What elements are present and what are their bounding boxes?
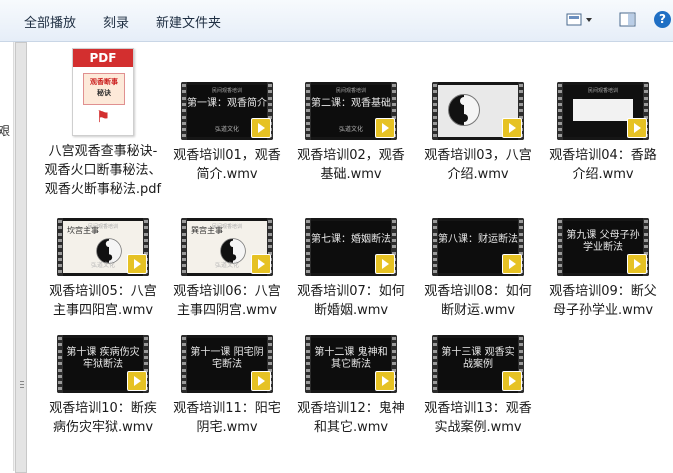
player-badge-icon — [627, 118, 647, 138]
view-options-button[interactable] — [566, 11, 594, 29]
video-thumbnail: 民间观香培训 巽宫主事 弘道文化 — [181, 218, 273, 276]
player-badge-icon — [127, 371, 147, 391]
pdf-cover: 观香断事 秘诀 — [83, 73, 125, 105]
player-badge-icon — [127, 254, 147, 274]
file-list: PDF 观香断事 秘诀 ⚑ 八宫观香查事秘诀-观香火口断事秘法、观香火断事秘法.pdf 民… — [27, 42, 673, 471]
video-file-item[interactable]: 第十课 疾病伤灾牢狱断法观香培训10：断疾病伤灾牢狱.wmv — [44, 335, 162, 437]
player-badge-icon — [375, 118, 395, 138]
pdf-thumbnail-header: PDF — [73, 49, 133, 67]
video-file-item[interactable]: 第十一课 阳宅阴宅断法观香培训11：阳宅阴宅.wmv — [168, 335, 286, 437]
video-frame-header: 民间观香培训 — [211, 88, 242, 94]
file-name: 观香培训10：断疾病伤灾牢狱.wmv — [49, 401, 157, 435]
nav-pane-scrollbar[interactable] — [13, 42, 27, 473]
video-frame-title: 第八课：财运断法 — [438, 234, 518, 245]
file-name: 观香培训01，观香简介.wmv — [173, 148, 281, 182]
navigation-pane: 艰 — [0, 42, 13, 471]
nav-pane-text: 艰 — [0, 124, 11, 138]
file-name: 观香培训11：阳宅阴宅.wmv — [173, 401, 281, 435]
view-icon — [566, 13, 592, 26]
video-thumbnail: 第八课：财运断法 — [432, 218, 524, 276]
video-file-item[interactable]: 第十三课 观香实战案例观香培训13：观香实战案例.wmv — [419, 335, 537, 437]
video-file-item[interactable]: 民间观香培训 第一课：观香简介 弘道文化 观香培训01，观香简介.wmv — [168, 82, 286, 184]
yin-yang-icon — [448, 94, 480, 126]
video-file-item[interactable]: 民间观香培训 第二课：观香基础 弘道文化 观香培训02，观香基础.wmv — [292, 82, 410, 184]
file-name: 观香培训03，八宫介绍.wmv — [424, 148, 532, 182]
file-name: 观香培训06：八宫主事四阴宫.wmv — [173, 284, 281, 318]
video-thumbnail: 第十一课 阳宅阴宅断法 — [181, 335, 273, 393]
video-file-item[interactable]: 第十二课 鬼神和其它断法观香培训12：鬼神和其它.wmv — [292, 335, 410, 437]
player-badge-icon — [251, 371, 271, 391]
video-thumbnail: 第九课 父母子孙学业断法 — [557, 218, 649, 276]
video-frame-title: 第二课：观香基础 — [311, 98, 391, 109]
video-frame-header: 民间观香培训 — [587, 88, 618, 94]
video-frame-title: 巽宫主事 — [191, 226, 223, 235]
video-frame-title: 第一课：观香简介 — [187, 98, 267, 109]
video-thumbnail: 民间观香培训 第二课：观香基础 弘道文化 — [305, 82, 397, 140]
player-badge-icon — [375, 254, 395, 274]
video-file-item[interactable]: 观香培训03，八宫介绍.wmv — [419, 82, 537, 184]
file-name: 观香培训09：断父母子孙学业.wmv — [549, 284, 657, 318]
pdf-cover-title: 观香断事 — [90, 78, 118, 86]
video-frame-title: 第十二课 鬼神和其它断法 — [314, 347, 388, 371]
player-badge-icon — [375, 371, 395, 391]
pdf-cover-subtitle: 秘诀 — [97, 89, 111, 97]
help-icon[interactable]: ? — [654, 11, 671, 28]
file-name: 观香培训04：香路介绍.wmv — [549, 148, 657, 182]
video-frame-header: 民间观香培训 — [335, 88, 366, 94]
video-frame-title: 第七课：婚姻断法 — [311, 234, 391, 245]
video-file-item[interactable]: 第九课 父母子孙学业断法观香培训09：断父母子孙学业.wmv — [544, 218, 662, 320]
video-thumbnail: 民间观香培训 坎宫主事 弘道文化 — [57, 218, 149, 276]
video-thumbnail: 第七课：婚姻断法 — [305, 218, 397, 276]
preview-pane-icon — [619, 12, 636, 27]
video-file-item[interactable]: 民间观香培训观香培训04：香路介绍.wmv — [544, 82, 662, 184]
player-badge-icon — [502, 118, 522, 138]
video-frame-title: 第十一课 阳宅阴宅断法 — [190, 347, 264, 371]
player-badge-icon — [251, 118, 271, 138]
player-badge-icon — [502, 371, 522, 391]
file-name: 八宫观香查事秘诀-观香火口断事秘法、观香火断事秘法.pdf — [44, 144, 162, 197]
scrollbar-thumb[interactable] — [15, 42, 27, 473]
video-frame-title: 第十三课 观香实战案例 — [441, 347, 515, 371]
video-file-item[interactable]: 民间观香培训 巽宫主事 弘道文化观香培训06：八宫主事四阴宫.wmv — [168, 218, 286, 320]
file-name: 观香培训02，观香基础.wmv — [297, 148, 405, 182]
video-thumbnail: 第十三课 观香实战案例 — [432, 335, 524, 393]
video-thumbnail: 民间观香培训 — [557, 82, 649, 140]
acrobat-icon: ⚑ — [95, 107, 111, 126]
video-frame-title: 第十课 疾病伤灾牢狱断法 — [66, 347, 140, 371]
video-file-item[interactable]: 民间观香培训 坎宫主事 弘道文化观香培训05：八宫主事四阳宫.wmv — [44, 218, 162, 320]
pdf-thumbnail: PDF 观香断事秘诀 ⚑ — [72, 48, 134, 136]
file-name: 观香培训12：鬼神和其它.wmv — [297, 401, 405, 435]
command-bar: 全部播放 刻录 新建文件夹 ? — [0, 0, 673, 42]
video-file-item[interactable]: 第八课：财运断法观香培训08：如何断财运.wmv — [419, 218, 537, 320]
video-thumbnail: 民间观香培训 第一课：观香简介 弘道文化 — [181, 82, 273, 140]
video-file-item[interactable]: 第七课：婚姻断法观香培训07：如何断婚姻.wmv — [292, 218, 410, 320]
pdf-file-item[interactable]: PDF 观香断事秘诀 ⚑ 八宫观香查事秘诀-观香火口断事秘法、观香火断事秘法.pdf — [44, 48, 162, 199]
preview-pane-button[interactable] — [619, 11, 637, 29]
file-name: 观香培训05：八宫主事四阳宫.wmv — [49, 284, 157, 318]
video-frame-title: 第九课 父母子孙学业断法 — [566, 230, 640, 254]
new-folder-button[interactable]: 新建文件夹 — [156, 12, 221, 31]
file-name: 观香培训08：如何断财运.wmv — [424, 284, 532, 318]
burn-button[interactable]: 刻录 — [103, 12, 129, 31]
player-badge-icon — [627, 254, 647, 274]
player-badge-icon — [502, 254, 522, 274]
video-frame-title: 坎宫主事 — [67, 226, 99, 235]
play-all-button[interactable]: 全部播放 — [24, 12, 76, 31]
video-thumbnail: 第十二课 鬼神和其它断法 — [305, 335, 397, 393]
file-name: 观香培训07：如何断婚姻.wmv — [297, 284, 405, 318]
player-badge-icon — [251, 254, 271, 274]
file-name: 观香培训13：观香实战案例.wmv — [424, 401, 532, 435]
video-thumbnail — [432, 82, 524, 140]
video-thumbnail: 第十课 疾病伤灾牢狱断法 — [57, 335, 149, 393]
